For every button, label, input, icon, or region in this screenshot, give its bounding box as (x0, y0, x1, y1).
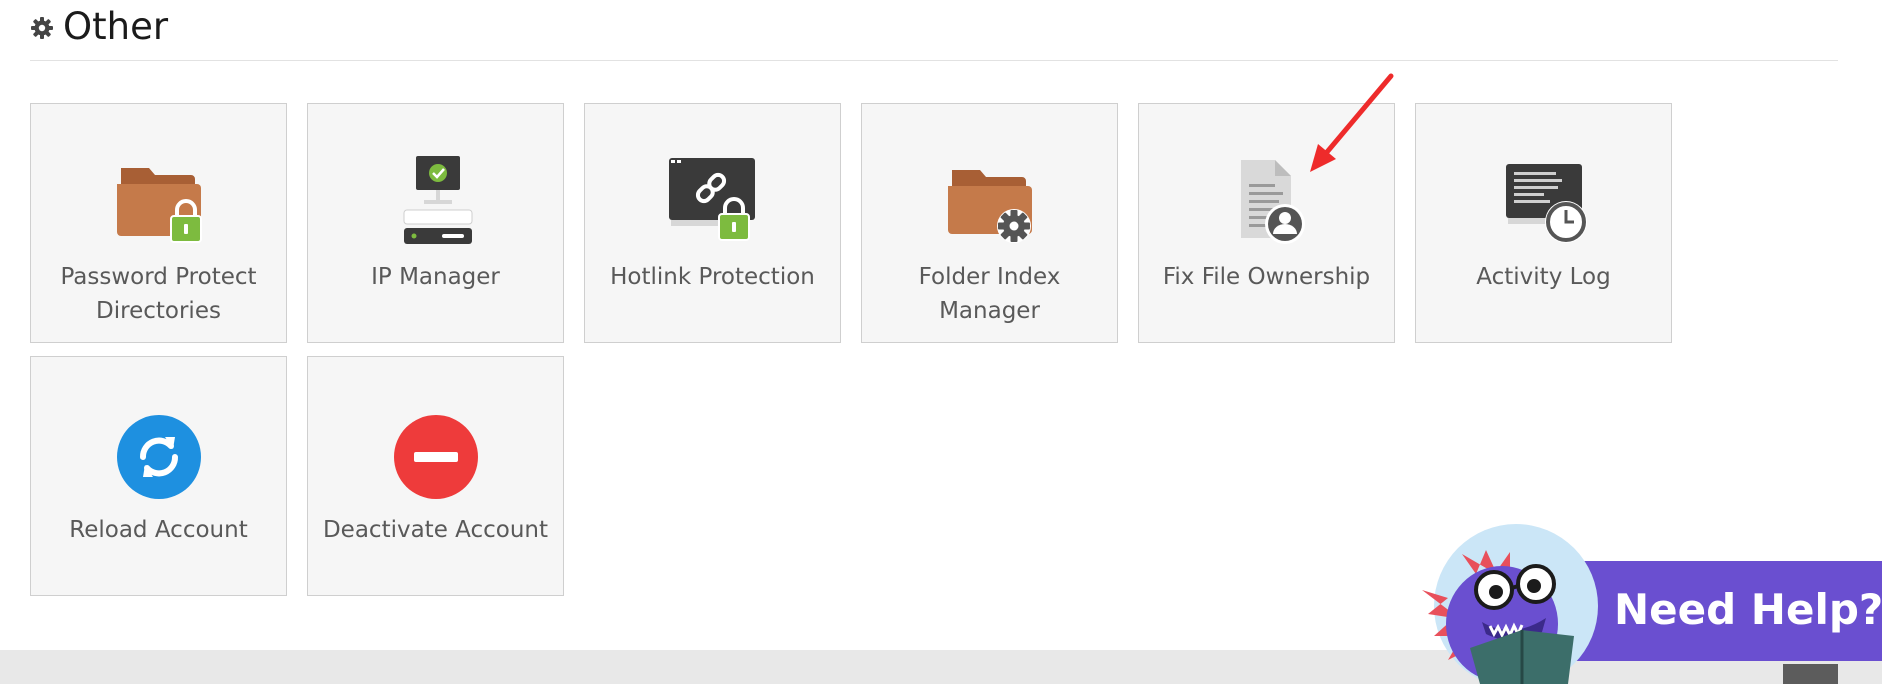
activity-log-icon (1505, 164, 1587, 243)
tile-label: Deactivate Account (322, 517, 549, 543)
tile-label: Password Protect Directories (60, 264, 257, 324)
tile-password-protect-directories[interactable]: Password Protect Directories (30, 103, 287, 343)
folder-lock-icon (116, 168, 202, 243)
tile-folder-index-manager[interactable]: Folder Index Manager (861, 103, 1118, 343)
tile-activity-log[interactable]: Activity Log (1415, 103, 1672, 343)
need-help-widget[interactable]: Need Help? (1410, 524, 1882, 684)
section-title: Other (63, 5, 169, 48)
tile-label: Fix File Ownership (1162, 264, 1371, 290)
tile-label: IP Manager (371, 264, 500, 290)
file-ownership-icon (1240, 160, 1305, 244)
tile-label: Activity Log (1476, 264, 1611, 290)
tile-deactivate-account[interactable]: Deactivate Account (307, 356, 564, 596)
section-header: Other (30, 0, 1838, 61)
tile-label: Folder Index Manager (918, 264, 1061, 324)
need-help-label: Need Help? (1614, 585, 1882, 634)
tile-label: Hotlink Protection (610, 264, 815, 290)
tile-fix-file-ownership[interactable]: Fix File Ownership (1138, 103, 1395, 343)
reload-icon (116, 415, 201, 499)
ip-manager-icon (403, 156, 472, 244)
tile-reload-account[interactable]: Reload Account (30, 356, 287, 596)
gear-icon (31, 17, 53, 39)
hotlink-protection-icon (668, 158, 755, 241)
tile-label: Reload Account (69, 517, 248, 543)
folder-gear-icon (947, 170, 1032, 243)
tile-ip-manager[interactable]: IP Manager (307, 103, 564, 343)
mascot-icon (1422, 524, 1598, 684)
tile-hotlink-protection[interactable]: Hotlink Protection (584, 103, 841, 343)
deactivate-icon (393, 415, 478, 499)
